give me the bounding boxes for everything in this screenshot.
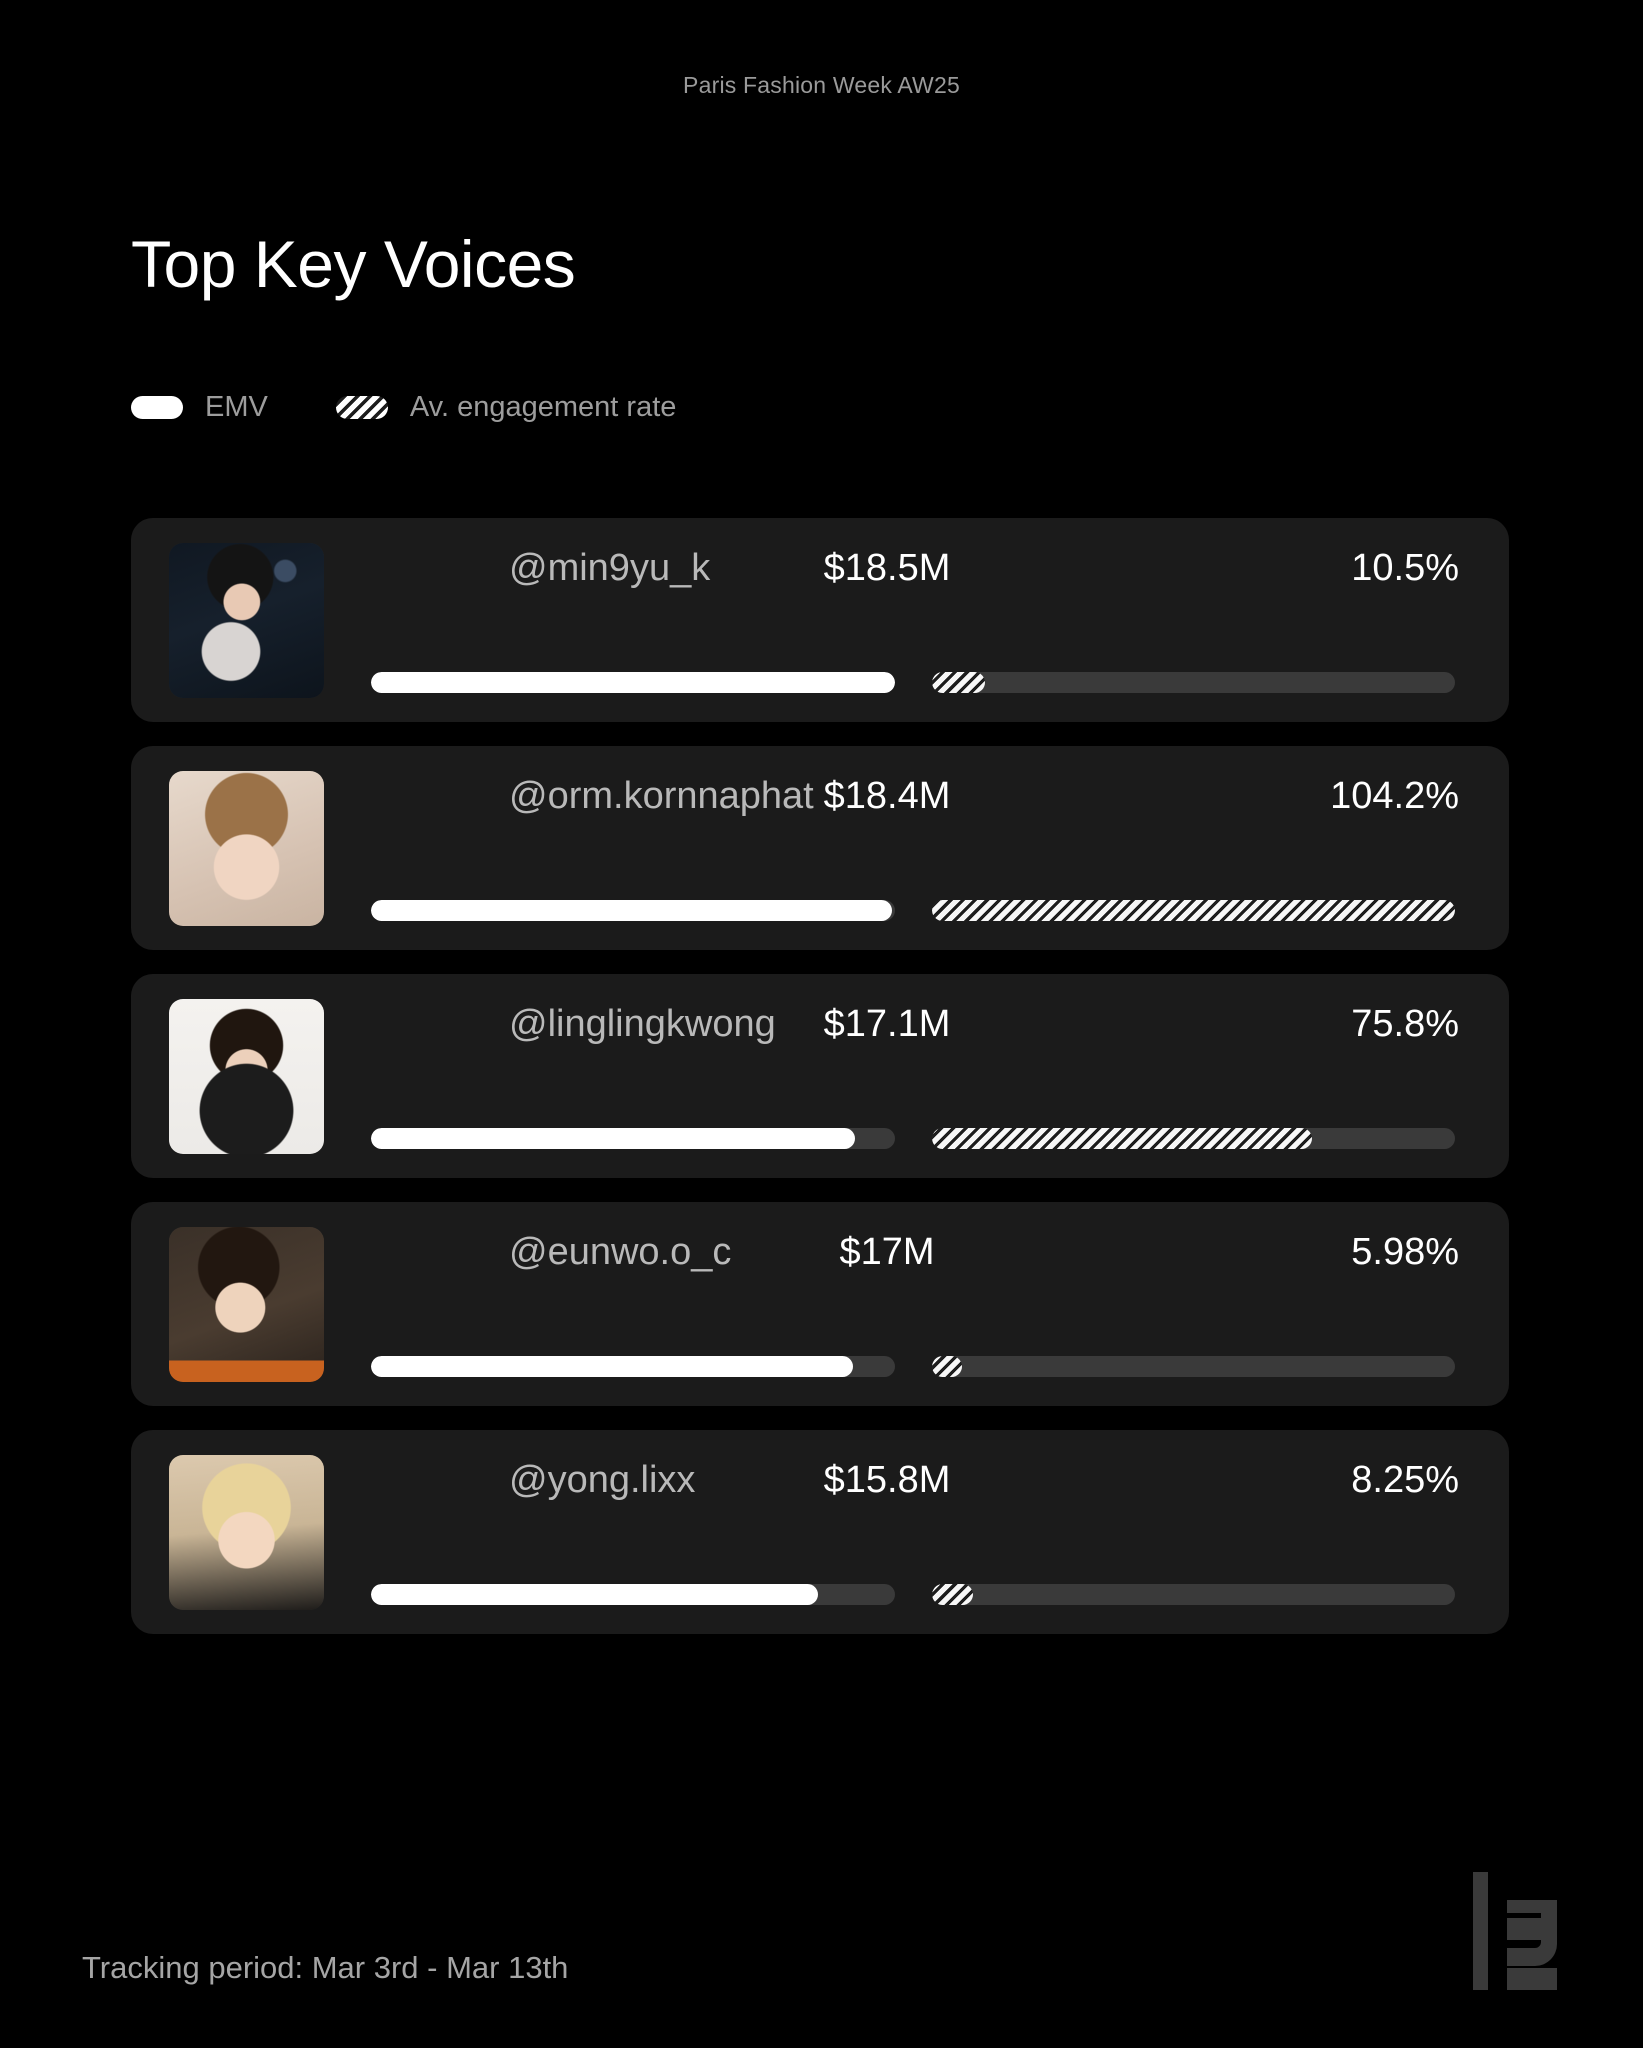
emv-value: $17M (839, 1231, 935, 1273)
tracking-period-label: Tracking period: Mar 3rd - Mar 13th (82, 1950, 569, 1985)
engagement-value: 10.5% (1351, 547, 1459, 589)
table-row[interactable]: @linglingkwong $17.1M 75.8% (131, 974, 1509, 1178)
avatar (169, 1454, 324, 1610)
handle-label[interactable]: @orm.kornnaphat (509, 775, 814, 818)
legend: EMV Av. engagement rate (131, 391, 676, 424)
lefty-logo-icon (1473, 1872, 1557, 1990)
emv-bar-fill (371, 672, 895, 693)
legend-item-emv: EMV (131, 391, 268, 424)
engagement-value: 104.2% (1330, 775, 1459, 817)
avatar-image (169, 998, 324, 1154)
emv-value: $18.4M (823, 775, 951, 817)
avatar (169, 998, 324, 1154)
avatar-image (169, 770, 324, 926)
handle-label[interactable]: @min9yu_k (509, 547, 710, 590)
emv-bar-track (371, 1128, 895, 1149)
engagement-bar-fill (932, 900, 1455, 921)
emv-bar-track (371, 1356, 895, 1377)
legend-item-label: EMV (205, 391, 268, 423)
engagement-bar-fill (932, 1356, 962, 1377)
avatar-image (169, 542, 324, 698)
emv-bar-track (371, 672, 895, 693)
emv-value: $17.1M (823, 1003, 951, 1045)
engagement-bar-track (932, 900, 1455, 921)
eyebrow-label: Paris Fashion Week AW25 (683, 72, 960, 98)
avatar (169, 770, 324, 926)
emv-bar-fill (371, 900, 893, 921)
engagement-bar-track (932, 1584, 1455, 1605)
table-row[interactable]: @yong.lixx $15.8M 8.25% (131, 1430, 1509, 1634)
emv-value: $15.8M (823, 1459, 951, 1501)
report-card: Paris Fashion Week AW25 Top Key Voices E… (0, 0, 1643, 2048)
engagement-bar-track (932, 1356, 1455, 1377)
legend-item-label: Av. engagement rate (409, 391, 677, 423)
table-row[interactable]: @eunwo.o_c $17M 5.98% (131, 1202, 1509, 1406)
engagement-bar-fill (932, 1584, 974, 1605)
avatar-image (169, 1226, 324, 1382)
table-row[interactable]: @orm.kornnaphat $18.4M 104.2% (131, 746, 1509, 950)
handle-label[interactable]: @yong.lixx (509, 1459, 695, 1502)
emv-bar-fill (371, 1128, 856, 1149)
avatar-image (169, 1454, 324, 1610)
solid-pill-icon (131, 396, 183, 419)
engagement-bar-fill (932, 672, 985, 693)
page-title: Top Key Voices (131, 227, 576, 301)
engagement-bar-fill (932, 1128, 1313, 1149)
engagement-bar-track (932, 1128, 1455, 1149)
engagement-value: 75.8% (1351, 1003, 1459, 1045)
key-voices-list: @min9yu_k $18.5M 10.5% @orm.kornnaphat $18.4… (131, 518, 1509, 1634)
table-row[interactable]: @min9yu_k $18.5M 10.5% (131, 518, 1509, 722)
engagement-bar-track (932, 672, 1455, 693)
handle-label[interactable]: @linglingkwong (509, 1003, 776, 1046)
handle-label[interactable]: @eunwo.o_c (509, 1231, 731, 1274)
avatar (169, 1226, 324, 1382)
emv-bar-fill (371, 1584, 819, 1605)
engagement-value: 5.98% (1351, 1231, 1459, 1273)
avatar (169, 542, 324, 698)
engagement-value: 8.25% (1351, 1459, 1459, 1501)
emv-bar-track (371, 1584, 895, 1605)
emv-value: $18.5M (823, 547, 951, 589)
legend-item-engagement: Av. engagement rate (335, 391, 677, 424)
emv-bar-track (371, 900, 895, 921)
hatched-pill-icon (335, 396, 388, 419)
emv-bar-fill (371, 1356, 853, 1377)
